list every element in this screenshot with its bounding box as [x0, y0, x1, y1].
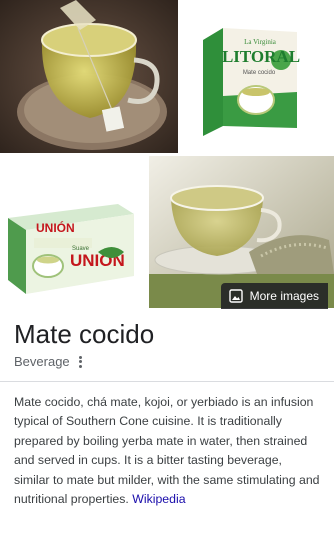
union-box-illustration: UNIÓN Suave UNIÓN	[0, 156, 146, 308]
wikipedia-link[interactable]: Wikipedia	[132, 492, 185, 506]
subtitle-row: Beverage	[14, 354, 320, 369]
litoral-box-illustration: La Virginia LITORAL Mate cocido	[181, 0, 334, 153]
divider	[0, 381, 334, 382]
entity-header: Mate cocido Beverage	[14, 318, 320, 369]
image-litoral-box[interactable]: La Virginia LITORAL Mate cocido	[181, 0, 334, 153]
litoral-brand-text: LITORAL	[222, 47, 300, 66]
entity-subtitle: Beverage	[14, 354, 70, 369]
more-images-label: More images	[249, 289, 319, 303]
union-brand-side-text: UNIÓN	[36, 220, 75, 235]
entity-description: Mate cocido, chá mate, kojoi, or yerbiad…	[14, 393, 320, 509]
entity-title: Mate cocido	[14, 319, 155, 349]
litoral-maker-text: La Virginia	[244, 38, 277, 46]
description-text: Mate cocido, chá mate, kojoi, or yerbiad…	[14, 395, 320, 507]
image-icon	[228, 289, 243, 303]
more-images-button[interactable]: More images	[220, 283, 328, 309]
litoral-sub-text: Mate cocido	[243, 70, 276, 76]
knowledge-panel: La Virginia LITORAL Mate cocido UNIÓN Su…	[0, 0, 334, 537]
image-tea-glass[interactable]	[0, 0, 178, 153]
more-options-icon[interactable]	[76, 355, 86, 369]
image-union-box[interactable]: UNIÓN Suave UNIÓN	[0, 156, 146, 308]
tea-glass-illustration	[0, 0, 178, 153]
